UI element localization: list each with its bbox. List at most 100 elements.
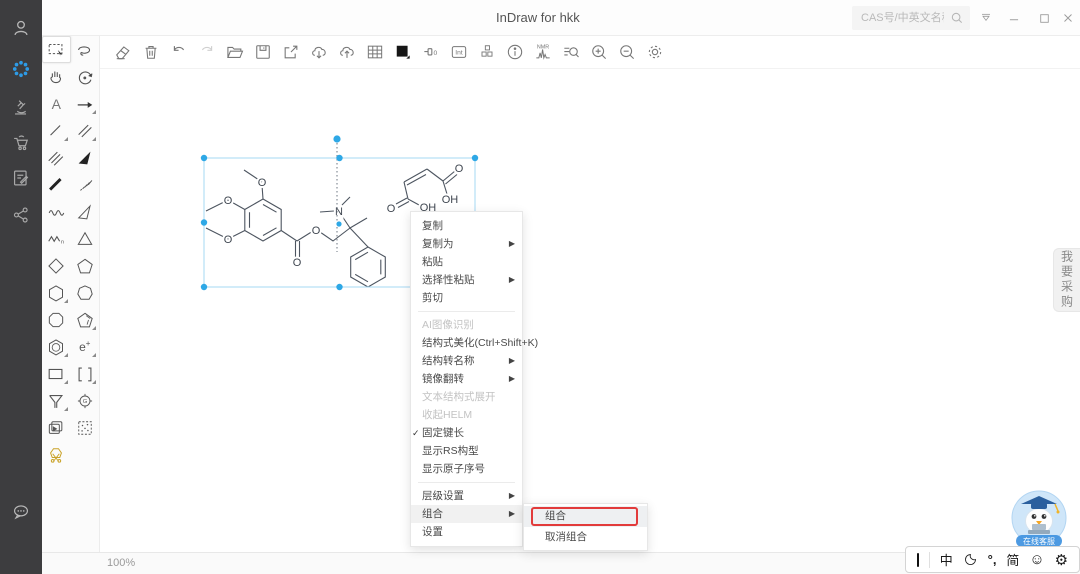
menu-item-paste-special[interactable]: 选择性粘贴▶ — [411, 271, 522, 289]
info-icon[interactable] — [504, 42, 525, 63]
drawing-canvas[interactable]: O O O O O N O OH O OH — [100, 69, 1080, 552]
ime-simplified[interactable]: 简 — [1006, 550, 1019, 569]
cyclooctane-tool[interactable] — [42, 306, 71, 333]
table-icon[interactable] — [364, 42, 385, 63]
drawing-tools-panel: A n e+ G — [42, 36, 100, 552]
rectangle-tool[interactable] — [42, 360, 71, 387]
ime-cursor-icon[interactable] — [917, 553, 919, 567]
export-icon[interactable] — [280, 42, 301, 63]
marquee-select-tool[interactable] — [42, 36, 71, 63]
menu-item-paste[interactable]: 粘贴 — [411, 253, 522, 271]
menu-item-cut[interactable]: 剪切 — [411, 289, 522, 307]
search-input[interactable] — [852, 6, 944, 30]
user-icon[interactable] — [9, 16, 33, 40]
save-icon[interactable] — [252, 42, 273, 63]
molecule-structure[interactable]: O O O O O N O OH O OH — [100, 69, 1080, 552]
close-icon[interactable] — [1058, 8, 1078, 28]
hand-pan-tool[interactable] — [42, 63, 71, 90]
menu-item-show-rs-config[interactable]: 显示RS构型 — [411, 442, 522, 460]
smiley-icon[interactable]: ☺ — [1029, 551, 1044, 568]
bold-bond-tool[interactable] — [42, 171, 71, 198]
cyclopentane-tool[interactable] — [71, 252, 100, 279]
funnel-tool[interactable] — [42, 387, 71, 414]
zoom-out-icon[interactable] — [616, 42, 637, 63]
menu-item-beautify-structure[interactable]: 结构式美化(Ctrl+Shift+K) — [411, 334, 522, 352]
benzene-tool[interactable] — [42, 333, 71, 360]
text-tool[interactable]: A — [42, 90, 71, 117]
redo-icon[interactable] — [196, 42, 217, 63]
cyclopentadiene-tool[interactable] — [71, 306, 100, 333]
notes-icon[interactable] — [9, 166, 33, 190]
submenu-arrow-icon: ▶ — [509, 370, 515, 388]
menu-item-group[interactable]: 组合▶ — [411, 505, 522, 523]
search-box[interactable] — [852, 6, 970, 30]
periodic-table-icon[interactable] — [476, 42, 497, 63]
menu-item-structure-to-name[interactable]: 结构转名称▶ — [411, 352, 522, 370]
maximize-icon[interactable] — [1034, 8, 1054, 28]
purchase-tab[interactable]: 我要采购 — [1053, 248, 1080, 312]
cyclopropane-tool[interactable] — [71, 225, 100, 252]
arrow-tool[interactable] — [71, 90, 100, 117]
ring-scissors-tool[interactable] — [42, 441, 71, 468]
cycloheptane-tool[interactable] — [71, 279, 100, 306]
menu-item-expand-text-structure: 文本结构式展开 — [411, 388, 522, 406]
submenu-item-group[interactable]: 组合 — [524, 506, 647, 527]
lasso-select-tool[interactable] — [71, 36, 99, 63]
ime-punctuation[interactable]: °, — [988, 552, 997, 567]
share-icon[interactable] — [9, 203, 33, 227]
color-swatch-icon[interactable] — [392, 42, 413, 63]
nmr-icon[interactable]: NMR — [532, 42, 553, 63]
minimize-icon[interactable] — [1004, 8, 1024, 28]
triple-bond-tool[interactable] — [42, 144, 71, 171]
wavy-bond-tool[interactable] — [42, 198, 71, 225]
settings-icon[interactable] — [644, 42, 665, 63]
templates-tool[interactable] — [42, 414, 71, 441]
electron-charge-tool[interactable]: e+ — [71, 333, 100, 360]
group-g-tool[interactable]: G — [71, 387, 100, 414]
undo-icon[interactable] — [168, 42, 189, 63]
wedge-bond-tool[interactable] — [71, 144, 100, 171]
atom-property-icon[interactable] — [420, 42, 441, 63]
cart-icon[interactable] — [9, 131, 33, 155]
hashed-wedge-bond-tool[interactable] — [71, 171, 100, 198]
submenu-item-ungroup[interactable]: 取消组合 — [524, 527, 647, 548]
indraw-logo-icon[interactable] — [9, 57, 33, 81]
menu-item-fixed-bond-length[interactable]: ✓固定键长 — [411, 424, 522, 442]
single-bond-tool[interactable] — [42, 117, 71, 144]
zoom-in-icon[interactable] — [588, 42, 609, 63]
cloud-upload-icon[interactable] — [336, 42, 357, 63]
dotted-box-tool[interactable] — [71, 414, 100, 441]
hollow-wedge-bond-tool[interactable] — [71, 198, 100, 225]
gear-icon[interactable]: ⚙ — [1055, 551, 1068, 569]
customer-service-mascot[interactable]: 在线客服 — [1008, 488, 1070, 550]
ime-chinese-mode[interactable]: 中 — [940, 550, 953, 569]
menu-item-copy[interactable]: 复制 — [411, 217, 522, 235]
menu-item-copy-as[interactable]: 复制为▶ — [411, 235, 522, 253]
trash-icon[interactable] — [140, 42, 161, 63]
double-bond-tool[interactable] — [71, 117, 100, 144]
open-folder-icon[interactable] — [224, 42, 245, 63]
moon-icon[interactable] — [963, 552, 978, 567]
atom-label-o: O — [258, 177, 267, 189]
anchor-point[interactable] — [336, 221, 341, 226]
rotation-handle[interactable] — [333, 135, 340, 142]
pin-icon[interactable] — [976, 8, 996, 28]
cloud-download-icon[interactable] — [308, 42, 329, 63]
menu-item-ai-recognition: AI图像识别 — [411, 316, 522, 334]
eraser-icon[interactable] — [112, 42, 133, 63]
structure-search-icon[interactable] — [560, 42, 581, 63]
atom-label-o: O — [387, 203, 396, 215]
rotate-tool[interactable] — [71, 63, 100, 90]
cyclobutane-tool[interactable] — [42, 252, 71, 279]
menu-item-settings[interactable]: 设置 — [411, 523, 522, 541]
menu-item-show-atom-numbers[interactable]: 显示原子序号 — [411, 460, 522, 478]
microscope-icon[interactable] — [9, 96, 33, 120]
menu-item-layer-settings[interactable]: 层级设置▶ — [411, 487, 522, 505]
bracket-tool[interactable] — [71, 360, 100, 387]
chat-icon[interactable] — [9, 500, 33, 524]
cyclohexane-tool[interactable] — [42, 279, 71, 306]
menu-item-mirror-flip[interactable]: 镜像翻转▶ — [411, 370, 522, 388]
int-icon[interactable]: Int — [448, 42, 469, 63]
chain-tool[interactable]: n — [42, 225, 71, 252]
search-icon[interactable] — [950, 11, 964, 25]
